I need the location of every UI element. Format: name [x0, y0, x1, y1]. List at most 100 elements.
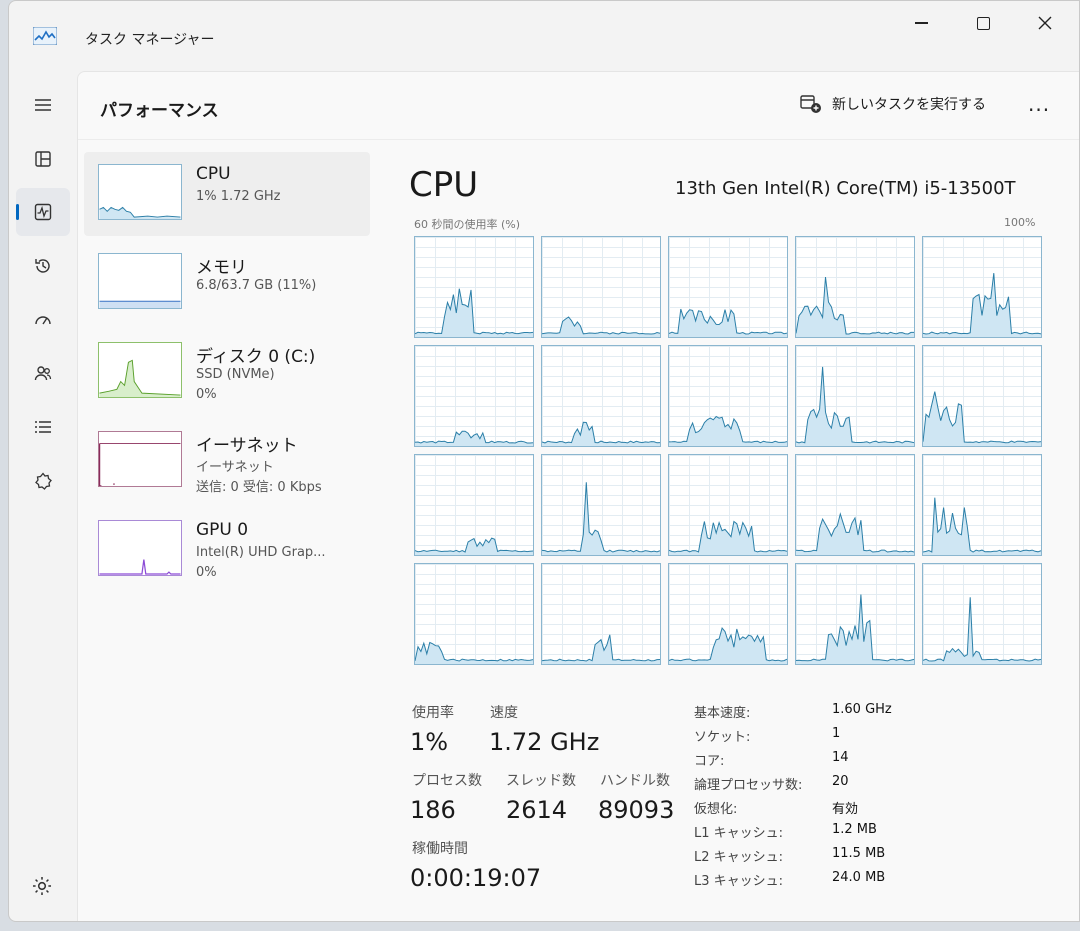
task-manager-app-icon	[33, 27, 57, 45]
hamburger-icon	[35, 99, 51, 111]
resource-item-cpu[interactable]: CPU 1% 1.72 GHz	[84, 152, 370, 236]
close-button[interactable]	[1023, 9, 1067, 37]
core-usage-trace	[923, 597, 1041, 664]
cpu-thumbnail-graph	[98, 164, 182, 220]
resource-list: CPU 1% 1.72 GHz メモリ 6.8/63.7 GB (11%) ディ…	[84, 152, 370, 597]
spec-label: 仮想化:	[694, 802, 738, 817]
resource-name: ディスク 0 (C:)	[196, 347, 316, 367]
logical-processor-graph	[795, 345, 915, 447]
resource-item-memory[interactable]: メモリ 6.8/63.7 GB (11%)	[84, 241, 370, 325]
uptime-value: 0:00:19:07	[410, 864, 542, 892]
core-usage-trace	[415, 641, 533, 664]
core-usage-area	[415, 431, 533, 446]
spec-label: L3 キャッシュ:	[694, 874, 784, 889]
resource-throughput: 送信: 0 受信: 0 Kbps	[196, 480, 322, 495]
run-new-task-label: 新しいタスクを実行する	[832, 97, 986, 113]
nav-services[interactable]	[16, 457, 70, 505]
logical-processor-graph	[922, 236, 1042, 338]
core-usage-line	[923, 597, 1041, 662]
resource-usage: 0%	[196, 565, 217, 580]
core-usage-area	[796, 594, 914, 664]
usage-label: 使用率	[412, 705, 454, 721]
core-usage-trace	[796, 512, 914, 555]
logical-processor-graph	[922, 345, 1042, 447]
spec-value: 1.2 MB	[832, 822, 877, 837]
new-task-icon	[800, 95, 821, 113]
maximize-button[interactable]	[961, 9, 1005, 37]
uptime-label: 稼働時間	[412, 841, 468, 857]
core-usage-trace	[796, 276, 914, 337]
nav-startup[interactable]	[16, 296, 70, 344]
nav-details[interactable]	[16, 403, 70, 451]
logical-processor-graph	[922, 454, 1042, 556]
handles-value: 89093	[598, 796, 675, 824]
logical-processor-graph	[414, 563, 534, 665]
ethernet-thumbnail-graph	[98, 431, 182, 487]
core-usage-trace	[669, 627, 787, 664]
logical-processor-graph	[414, 345, 534, 447]
cpu-model: 13th Gen Intel(R) Core(TM) i5-13500T	[675, 178, 1016, 199]
spec-label: L2 キャッシュ:	[694, 850, 784, 865]
nav-users[interactable]	[16, 349, 70, 397]
resource-name: メモリ	[196, 258, 247, 278]
spec-value: 11.5 MB	[832, 846, 886, 861]
minimize-button[interactable]	[899, 9, 943, 37]
core-usage-trace	[669, 308, 787, 337]
processes-icon	[35, 151, 51, 167]
resource-item-disk[interactable]: ディスク 0 (C:) SSD (NVMe) 0%	[84, 330, 370, 414]
core-usage-area	[923, 273, 1041, 337]
logical-processor-graph	[541, 563, 661, 665]
core-usage-trace	[923, 273, 1041, 337]
core-usage-line	[542, 421, 660, 444]
spec-value: 有効	[832, 802, 859, 817]
navigation-rail	[9, 63, 75, 921]
more-options-button[interactable]: ...	[1028, 92, 1050, 116]
logical-processor-graph	[541, 345, 661, 447]
disk-thumbnail-graph	[98, 342, 182, 398]
performance-icon	[34, 203, 52, 221]
resource-item-gpu[interactable]: GPU 0 Intel(R) UHD Grap... 0%	[84, 508, 370, 592]
resource-detail: 6.8/63.7 GB (11%)	[196, 278, 317, 293]
core-usage-area	[415, 642, 533, 664]
gear-icon[interactable]	[31, 875, 53, 897]
resource-name: イーサネット	[196, 436, 298, 456]
core-usage-trace	[923, 497, 1041, 555]
spec-value: 1.60 GHz	[832, 702, 892, 717]
logical-processor-graph	[541, 236, 661, 338]
maximize-icon	[976, 16, 990, 30]
main-content: パフォーマンス 新しいタスクを実行する ... CPU 1% 1.72 GHz	[77, 71, 1079, 921]
task-manager-window: タスク マネージャー パフォーマンス 新しいタスクを実行する ... CPU 1…	[8, 0, 1080, 922]
core-usage-trace	[542, 482, 660, 555]
gpu-thumbnail-graph	[98, 520, 182, 576]
threads-label: スレッド数	[506, 773, 576, 789]
nav-processes[interactable]	[16, 135, 70, 183]
spec-label: 論理プロセッサ数:	[694, 778, 803, 793]
title-bar[interactable]: タスク マネージャー	[9, 1, 1079, 63]
nav-menu-button[interactable]	[16, 81, 70, 129]
graph-caption: 60 秒間の使用率 (%)	[414, 218, 521, 231]
nav-app-history[interactable]	[16, 242, 70, 290]
run-new-task-button[interactable]: 新しいタスクを実行する	[800, 94, 986, 114]
logical-processor-graph	[414, 236, 534, 338]
core-usage-trace	[415, 430, 533, 446]
core-usage-trace	[415, 537, 533, 555]
logical-processor-graph	[668, 236, 788, 338]
core-usage-line	[542, 482, 660, 553]
resource-item-ethernet[interactable]: イーサネット イーサネット 送信: 0 受信: 0 Kbps	[84, 419, 370, 503]
nav-performance[interactable]	[16, 188, 70, 236]
core-usage-line	[415, 288, 533, 335]
resource-detail: Intel(R) UHD Grap...	[196, 545, 326, 560]
resource-detail: イーサネット	[196, 460, 274, 475]
graph-max-label: 100%	[1004, 216, 1036, 229]
core-usage-trace	[415, 288, 533, 337]
resource-usage: 0%	[196, 387, 217, 402]
resource-name: GPU 0	[196, 520, 249, 540]
speed-value: 1.72 GHz	[489, 728, 600, 756]
core-usage-trace	[669, 520, 787, 555]
cpu-title: CPU	[409, 165, 479, 205]
details-icon	[35, 421, 51, 433]
close-icon	[1038, 16, 1052, 30]
core-usage-trace	[796, 594, 914, 664]
spec-label: L1 キャッシュ:	[694, 826, 784, 841]
core-usage-area	[542, 482, 660, 555]
